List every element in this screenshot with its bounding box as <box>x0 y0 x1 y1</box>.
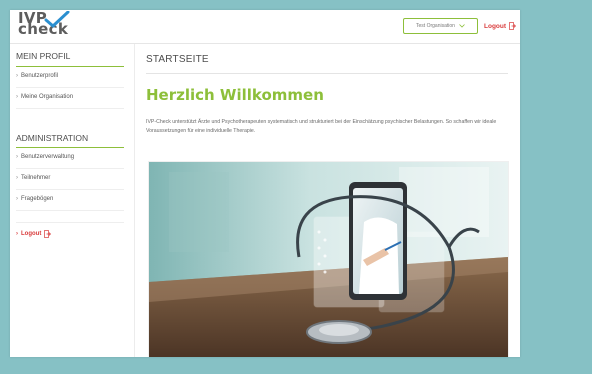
organisation-select[interactable]: Test Organisation <box>403 18 478 34</box>
sidebar-divider <box>16 222 124 223</box>
chevron-down-icon <box>459 24 465 28</box>
sidebar-heading-profile: MEIN PROFIL <box>16 51 71 61</box>
main-content: STARTSEITE Herzlich Willkommen IVP-Check… <box>135 44 520 357</box>
caret-right-icon: › <box>16 73 18 79</box>
caret-right-icon: › <box>16 231 18 237</box>
title-divider <box>146 73 508 74</box>
sidebar-item-label: Fragebögen <box>21 196 54 202</box>
logout-link[interactable]: Logout <box>484 18 517 34</box>
caret-right-icon: › <box>16 196 18 202</box>
top-bar: IVP check Test Organisation Logout <box>10 10 520 44</box>
sidebar-item-benutzerverwaltung[interactable]: › Benutzerverwaltung <box>16 154 124 160</box>
sidebar-divider <box>16 87 124 88</box>
logout-icon <box>509 22 517 30</box>
welcome-heading: Herzlich Willkommen <box>146 86 324 104</box>
sidebar-item-label: Benutzerprofil <box>21 73 59 79</box>
sidebar-item-benutzerprofil[interactable]: › Benutzerprofil <box>16 73 124 79</box>
sidebar-item-teilnehmer[interactable]: › Teilnehmer <box>16 175 124 181</box>
sidebar-heading-administration: ADMINISTRATION <box>16 133 89 143</box>
organisation-select-value: Test Organisation <box>416 23 455 29</box>
logout-icon <box>44 230 52 238</box>
sidebar-item-logout[interactable]: › Logout <box>16 230 124 238</box>
sidebar-heading-underline <box>16 147 124 148</box>
sidebar-item-meine-organisation[interactable]: › Meine Organisation <box>16 94 124 100</box>
sidebar: MEIN PROFIL › Benutzerprofil › Meine Org… <box>10 44 135 357</box>
sidebar-item-label: Meine Organisation <box>21 94 74 100</box>
checkmark-icon <box>44 11 70 28</box>
ivp-check-logo[interactable]: IVP check <box>18 11 88 43</box>
sidebar-heading-underline <box>16 66 124 67</box>
sidebar-divider <box>16 108 124 109</box>
sidebar-divider <box>16 210 124 211</box>
sidebar-item-label: Benutzerverwaltung <box>21 154 75 160</box>
sidebar-divider <box>16 168 124 169</box>
sidebar-divider <box>16 189 124 190</box>
caret-right-icon: › <box>16 154 18 160</box>
logout-label: Logout <box>484 22 507 30</box>
hero-image <box>148 161 509 357</box>
hero-illustration <box>149 162 508 357</box>
app-window: IVP check Test Organisation Logout MEIN … <box>10 10 520 357</box>
sidebar-logout-label: Logout <box>21 231 42 237</box>
sidebar-item-label: Teilnehmer <box>21 175 51 181</box>
page-title: STARTSEITE <box>146 54 209 65</box>
caret-right-icon: › <box>16 94 18 100</box>
intro-text: IVP-Check unterstützt Ärzte und Psychoth… <box>146 119 497 134</box>
sidebar-item-frageboegen[interactable]: › Fragebögen <box>16 196 124 202</box>
caret-right-icon: › <box>16 175 18 181</box>
